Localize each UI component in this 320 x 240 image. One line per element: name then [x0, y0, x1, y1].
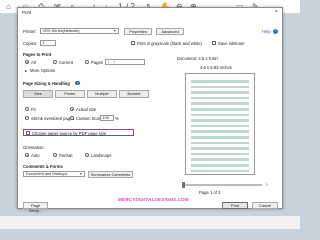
advanced-button[interactable]: Advanced: [156, 27, 184, 35]
preview-text-line: [191, 124, 249, 128]
page-setup-button[interactable]: Page Setup...: [23, 202, 48, 213]
printer-select[interactable]: \\RS Series(Network) ▼: [40, 28, 119, 34]
preview-text-line: [191, 96, 249, 100]
paper-source-label: Choose paper source by PDF page size: [32, 130, 107, 136]
orientation-auto-label: Auto: [31, 153, 40, 158]
shrink-oversized-radio[interactable]: [25, 116, 29, 120]
grayscale-checkbox[interactable]: [131, 41, 135, 45]
more-options-toggle[interactable]: More Options: [30, 68, 55, 73]
dialog-titlebar: Print ×: [18, 8, 282, 16]
page-indicator: Page 1 of 2: [199, 190, 221, 195]
preview-text-line: [191, 130, 249, 133]
fit-radio[interactable]: [25, 107, 29, 111]
help-link[interactable]: Help: [262, 29, 271, 34]
copies-value: 1: [42, 40, 45, 45]
preview-text-line: [191, 164, 249, 167]
preview-text-line: [191, 80, 249, 83]
chevron-down-icon: ▼: [79, 172, 83, 176]
preview-text-line: [191, 136, 249, 139]
grayscale-label: Print in grayscale (black and white): [137, 41, 202, 46]
printer-label: Printer:: [23, 29, 37, 34]
page-range-radio[interactable]: [85, 60, 89, 64]
preview-text-line: [191, 85, 249, 89]
orientation-auto-radio[interactable]: [25, 153, 29, 157]
preview-text-line: [191, 91, 249, 94]
save-ink-label: Save ink/toner: [218, 41, 245, 46]
app-bottom-area: [0, 216, 300, 229]
save-ink-checkbox[interactable]: [212, 41, 216, 45]
pages-to-print-heading: Pages to Print: [23, 52, 52, 57]
custom-scale-unit: %: [115, 116, 119, 121]
printer-value: \\RS Series(Network): [43, 28, 80, 33]
watermark-text: MERCYDIGITALDESIGNS.COM: [118, 197, 189, 202]
preview-text-line: [191, 147, 249, 150]
comments-forms-select[interactable]: Document and Markups ▼: [23, 171, 85, 177]
comments-forms-value: Document and Markups: [26, 171, 68, 176]
page-sizing-heading: Page Sizing & Handling: [23, 81, 70, 86]
page-preview: [185, 73, 255, 175]
tab-poster[interactable]: Poster: [55, 90, 85, 98]
orientation-portrait-radio[interactable]: [53, 153, 57, 157]
preview-text-line: [191, 113, 249, 117]
more-options-chevron-icon[interactable]: ▸: [25, 68, 27, 73]
tab-size[interactable]: Size: [23, 90, 53, 98]
shrink-oversized-label: Shrink oversized pages: [31, 116, 75, 121]
next-page-icon[interactable]: ›: [266, 182, 268, 188]
page-size-label: 4.5 x 5.83 Inches: [200, 65, 232, 70]
preview-text-line: [191, 119, 249, 122]
tab-multiple[interactable]: Multiple: [87, 90, 117, 98]
tab-booklet[interactable]: Booklet: [119, 90, 149, 98]
help-icon[interactable]: ?: [273, 28, 278, 34]
copies-input[interactable]: 1: [40, 40, 56, 46]
preview-text-line: [191, 102, 249, 105]
fit-label: Fit: [31, 107, 36, 112]
page-slider-thumb[interactable]: [182, 182, 185, 188]
preview-text-line: [191, 169, 249, 173]
preview-text-line: [191, 141, 249, 145]
close-icon[interactable]: ×: [275, 9, 278, 15]
custom-scale-value: 100: [102, 115, 110, 120]
preview-text-line: [191, 158, 249, 161]
copies-label: Copies:: [23, 41, 38, 46]
page-range-value: 1 - 2: [107, 59, 116, 64]
summarize-comments-button[interactable]: Summarize Comments: [88, 170, 133, 178]
orientation-heading: Orientation:: [23, 145, 45, 150]
paper-source-checkbox[interactable]: [26, 130, 30, 135]
chevron-down-icon: ▼: [113, 29, 117, 33]
current-page-label: Current: [59, 60, 73, 65]
page-range-label: Pages: [91, 60, 103, 65]
custom-scale-radio[interactable]: [70, 116, 74, 120]
properties-button[interactable]: Properties: [124, 27, 152, 35]
orientation-portrait-label: Portrait: [59, 153, 73, 158]
cancel-button[interactable]: Cancel: [252, 201, 278, 209]
actual-size-label: Actual size: [76, 107, 97, 112]
comments-forms-heading: Comments & Forms: [23, 164, 63, 169]
dialog-title: Print: [22, 9, 32, 15]
all-pages-label: All: [31, 60, 36, 65]
all-pages-radio[interactable]: [25, 60, 29, 64]
home-icon[interactable]: ⌂: [6, 2, 11, 11]
document-size-label: Document: 4.5 x 5.8in: [177, 56, 218, 61]
orientation-landscape-radio[interactable]: [85, 153, 89, 157]
print-button[interactable]: Print: [222, 201, 248, 209]
actual-size-radio[interactable]: [70, 107, 74, 111]
orientation-landscape-label: Landscape: [91, 153, 112, 158]
current-page-radio[interactable]: [53, 60, 57, 64]
page-range-input[interactable]: 1 - 2: [105, 59, 145, 65]
preview-text-line: [191, 152, 249, 156]
info-icon[interactable]: i: [75, 80, 80, 85]
print-dialog: Print × Printer: \\RS Series(Network) ▼ …: [17, 7, 283, 213]
custom-scale-input[interactable]: 100: [100, 115, 114, 121]
page-slider[interactable]: [182, 182, 262, 188]
preview-text-line: [191, 108, 249, 111]
